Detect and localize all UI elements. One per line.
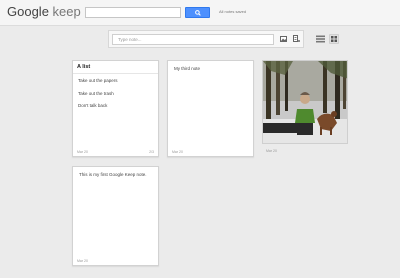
- grid-view-button[interactable]: [329, 34, 339, 44]
- note-card-list[interactable]: A list Take out the papers Take out the …: [72, 60, 159, 157]
- list-view-icon[interactable]: [316, 35, 325, 43]
- photo-image: [263, 61, 347, 143]
- compose-input[interactable]: Type note...: [112, 34, 274, 45]
- list-item[interactable]: Don't talk back: [78, 103, 107, 108]
- compose-bar: Type note...: [108, 30, 304, 48]
- note-date: Mar 20: [77, 150, 88, 154]
- divider: [73, 73, 158, 74]
- app-logo[interactable]: Google keep: [7, 5, 81, 19]
- note-date: Mar 20: [172, 150, 183, 154]
- logo-google: Google: [7, 4, 49, 19]
- search-input[interactable]: [85, 7, 181, 18]
- note-title: A list: [77, 64, 91, 70]
- list-icon[interactable]: [293, 35, 300, 43]
- note-card-text[interactable]: This is my first Google Keep note. Mar 2…: [72, 166, 159, 266]
- list-item[interactable]: Take out the trash: [78, 91, 114, 96]
- search-icon: [194, 9, 201, 16]
- logo-keep: keep: [52, 4, 81, 19]
- save-status: All notes saved: [219, 9, 247, 14]
- photo-date: Mar 20: [266, 149, 277, 153]
- item-count: 2/3: [149, 150, 154, 154]
- search-button[interactable]: [185, 7, 210, 18]
- note-text: My third note: [174, 66, 201, 71]
- note-text: This is my first Google Keep note.: [79, 172, 147, 177]
- top-bar: Google keep All notes saved: [0, 0, 400, 26]
- note-date: Mar 20: [77, 259, 88, 263]
- image-icon[interactable]: [280, 36, 287, 42]
- list-item[interactable]: Take out the papers: [78, 78, 118, 83]
- note-card-text[interactable]: My third note Mar 20: [167, 60, 254, 157]
- grid-view-icon: [331, 36, 337, 42]
- note-photo[interactable]: [262, 60, 348, 144]
